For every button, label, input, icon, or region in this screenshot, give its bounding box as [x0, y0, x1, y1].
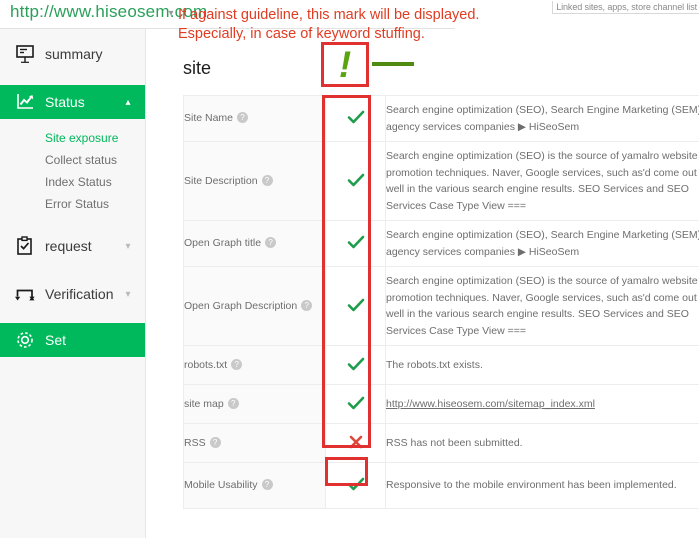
help-icon[interactable]: ? — [261, 479, 273, 490]
sidebar-subitem-label: Error Status — [45, 197, 110, 211]
sidebar-item-status[interactable]: Status ▴ — [0, 85, 145, 119]
annotation-line-2: Especially, in case of keyword stuffing. — [178, 26, 425, 42]
row-label-cell: Mobile Usability? — [183, 462, 326, 509]
chevron-down-icon[interactable]: ▾ — [119, 289, 137, 300]
check-icon — [346, 476, 366, 492]
sitemap-link[interactable]: http://www.hiseosem.com/sitemap_index.xm… — [386, 398, 595, 410]
chevron-up-icon[interactable]: ▴ — [119, 97, 137, 108]
help-icon[interactable]: ? — [237, 112, 249, 123]
help-icon[interactable]: ? — [265, 237, 277, 248]
row-status-cell — [325, 141, 386, 221]
row-label: RSS — [184, 436, 206, 449]
cross-icon — [347, 434, 365, 450]
row-label: Site Name — [184, 112, 234, 124]
row-label-cell: robots.txt? — [183, 345, 326, 385]
row-detail-cell: Search engine optimization (SEO), Search… — [385, 220, 699, 267]
table-row: Site Name? Search engine optimization (S… — [183, 95, 699, 142]
sidebar-item-summary[interactable]: summary — [0, 37, 145, 71]
check-icon — [346, 234, 366, 250]
table-row: site map? http://www.hiseosem.com/sitema… — [183, 384, 699, 424]
table-row: Site Description? Search engine optimiza… — [183, 141, 699, 221]
sidebar-subitem-collect-status[interactable]: Collect status — [0, 149, 145, 171]
row-detail-cell: Search engine optimization (SEO) is the … — [385, 266, 699, 346]
chevron-down-icon[interactable]: ▾ — [119, 241, 137, 252]
main-content: site Site Name? Search engine optimizati… — [147, 29, 699, 538]
check-icon — [346, 395, 366, 411]
row-status-cell — [325, 462, 386, 509]
row-detail-cell: Search engine optimization (SEO) is the … — [385, 141, 699, 221]
row-status-cell — [325, 423, 386, 463]
row-label: Site Description — [184, 174, 258, 187]
table-row: Mobile Usability? Responsive to the mobi… — [183, 462, 699, 509]
table-row: Open Graph title? Search engine optimiza… — [183, 220, 699, 267]
sidebar-item-verification[interactable]: Verification ▾ — [0, 277, 145, 311]
row-detail-cell: Responsive to the mobile environment has… — [385, 462, 699, 509]
sidebar: summary Status ▴ Site exposure Collect s… — [0, 29, 146, 538]
sidebar-item-label: Set — [45, 332, 67, 348]
row-label: site map — [184, 397, 224, 410]
sidebar-item-label: Verification — [45, 286, 114, 302]
sidebar-subitem-label: Site exposure — [45, 131, 119, 145]
site-report-table: Site Name? Search engine optimization (S… — [183, 95, 699, 509]
sidebar-subitem-label: Index Status — [45, 175, 112, 189]
help-icon[interactable]: ? — [227, 397, 239, 409]
help-icon[interactable]: ? — [261, 174, 273, 186]
sidebar-item-set[interactable]: Set — [0, 323, 145, 357]
row-label: robots.txt — [184, 358, 228, 371]
sidebar-item-label: request — [45, 238, 92, 254]
help-icon[interactable]: ? — [301, 299, 313, 311]
annotation-line-1: If against guideline, this mark will be … — [178, 7, 480, 23]
help-icon[interactable]: ? — [231, 358, 243, 370]
table-row: Open Graph Description? Search engine op… — [183, 266, 699, 346]
sidebar-item-label: summary — [45, 46, 103, 62]
row-status-cell — [325, 384, 386, 424]
row-label-cell: Site Name? — [183, 95, 326, 142]
annotation-text: If against guideline, this mark will be … — [178, 6, 479, 44]
row-detail-cell: Search engine optimization (SEO), Search… — [385, 95, 699, 142]
row-status-cell — [325, 220, 386, 267]
linked-sites-note: Linked sites, apps, store channel list — [552, 1, 699, 14]
check-icon — [346, 297, 366, 313]
sidebar-subitem-error-status[interactable]: Error Status — [0, 193, 145, 215]
annotation-pointer-line — [372, 62, 414, 66]
row-status-cell — [325, 345, 386, 385]
table-row: RSS? RSS has not been submitted. — [183, 423, 699, 463]
exchange-arrows-icon — [14, 283, 36, 305]
row-label-cell: Site Description? — [183, 141, 326, 221]
sidebar-subitem-site-exposure[interactable]: Site exposure — [0, 127, 145, 149]
row-label: Open Graph title — [184, 237, 262, 249]
line-chart-icon — [14, 91, 36, 113]
row-label-cell: Open Graph Description? — [183, 266, 326, 346]
row-label-cell: RSS? — [183, 423, 326, 463]
row-label: Open Graph Description — [184, 299, 298, 312]
check-icon — [346, 109, 366, 125]
row-detail-cell: RSS has not been submitted. — [385, 423, 699, 463]
table-row: robots.txt? The robots.txt exists. — [183, 345, 699, 385]
row-label: Mobile Usability — [184, 479, 258, 491]
row-status-cell — [325, 95, 386, 142]
row-detail-cell: http://www.hiseosem.com/sitemap_index.xm… — [385, 384, 699, 424]
row-label-cell: Open Graph title? — [183, 220, 326, 267]
gear-icon — [14, 329, 36, 351]
chevron-down-icon[interactable]: ▾ — [163, 6, 179, 22]
check-icon — [346, 172, 366, 188]
presentation-chart-icon — [14, 43, 36, 65]
sidebar-item-request[interactable]: request ▾ — [0, 229, 145, 263]
row-label-cell: site map? — [183, 384, 326, 424]
help-icon[interactable]: ? — [209, 436, 221, 448]
sidebar-subitem-label: Collect status — [45, 153, 118, 167]
clipboard-check-icon — [14, 235, 36, 257]
sidebar-item-label: Status — [45, 94, 85, 110]
page-title: site — [183, 58, 212, 78]
sidebar-subitem-index-status[interactable]: Index Status — [0, 171, 145, 193]
row-status-cell — [325, 266, 386, 346]
check-icon — [346, 356, 366, 372]
row-detail-cell: The robots.txt exists. — [385, 345, 699, 385]
